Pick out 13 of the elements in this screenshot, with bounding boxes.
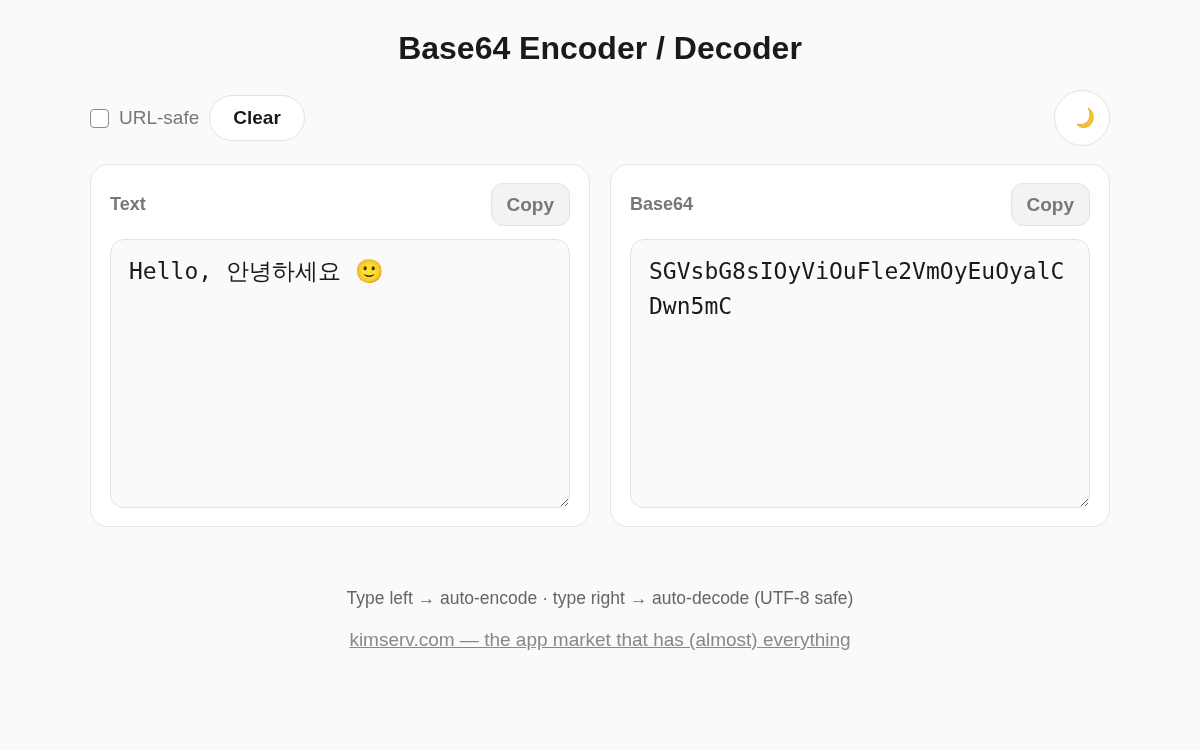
panel-label: Text xyxy=(110,194,146,215)
panel-label: Base64 xyxy=(630,194,694,215)
url-safe-label: URL-safe xyxy=(119,107,200,129)
url-safe-checkbox[interactable] xyxy=(90,108,109,128)
page-title: Base64 Encoder / Decoder xyxy=(397,29,803,68)
theme-toggle-button[interactable] xyxy=(1054,90,1110,146)
copy-button[interactable]: Copy xyxy=(1010,183,1090,226)
clear-button[interactable]: Clear xyxy=(209,95,305,141)
text-area-field[interactable]: Hello, 안녕하세요 🙂 xyxy=(110,239,570,508)
text-area-field[interactable]: SGVsbG8sIOyViOuFle2VmOyEuOyalCDwn5mC xyxy=(630,239,1090,508)
copy-button[interactable]: Copy xyxy=(490,183,570,226)
usage-hint: Type left → auto-encode · type right → auto-decode (UTF-8 safe) xyxy=(346,587,854,610)
moon-icon xyxy=(1076,107,1096,129)
